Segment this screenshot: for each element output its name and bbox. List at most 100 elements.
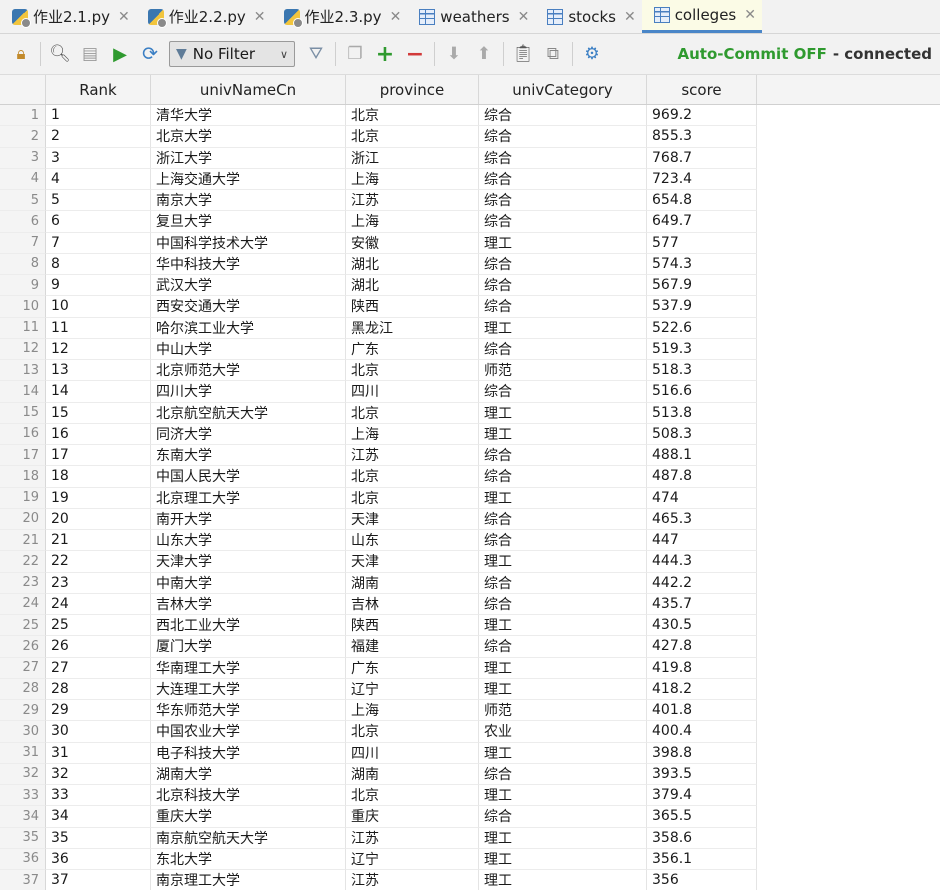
table-row[interactable]: 21 21 山东大学 山东 综合 447 xyxy=(0,530,940,552)
cell-univnamecn[interactable]: 厦门大学 xyxy=(151,636,346,658)
autocommit-status[interactable]: Auto-Commit OFF xyxy=(678,45,827,63)
table-row[interactable]: 28 28 大连理工大学 辽宁 理工 418.2 xyxy=(0,678,940,700)
close-icon[interactable]: ✕ xyxy=(518,9,530,25)
cell-univcategory[interactable]: 理工 xyxy=(479,615,647,637)
cell-province[interactable]: 上海 xyxy=(346,211,479,233)
copy-icon[interactable]: ❐ xyxy=(340,39,370,69)
cell-rank[interactable]: 8 xyxy=(46,253,151,275)
cell-province[interactable]: 广东 xyxy=(346,657,479,679)
cell-univnamecn[interactable]: 复旦大学 xyxy=(151,211,346,233)
cell-univcategory[interactable]: 综合 xyxy=(479,806,647,828)
cell-univcategory[interactable]: 理工 xyxy=(479,870,647,890)
cell-rank[interactable]: 33 xyxy=(46,785,151,807)
table-row[interactable]: 35 35 南京航空航天大学 江苏 理工 358.6 xyxy=(0,827,940,849)
cell-univcategory[interactable]: 理工 xyxy=(479,785,647,807)
cell-score[interactable]: 358.6 xyxy=(647,827,757,849)
cell-univcategory[interactable]: 综合 xyxy=(479,572,647,594)
cell-score[interactable]: 398.8 xyxy=(647,742,757,764)
row-number[interactable]: 12 xyxy=(0,338,46,360)
cell-rank[interactable]: 26 xyxy=(46,636,151,658)
cell-univnamecn[interactable]: 中国农业大学 xyxy=(151,721,346,743)
table-row[interactable]: 8 8 华中科技大学 湖北 综合 574.3 xyxy=(0,253,940,275)
cell-score[interactable]: 518.3 xyxy=(647,360,757,382)
cell-univcategory[interactable]: 理工 xyxy=(479,232,647,254)
table-row[interactable]: 19 19 北京理工大学 北京 理工 474 xyxy=(0,487,940,509)
cell-univcategory[interactable]: 理工 xyxy=(479,317,647,339)
cell-univnamecn[interactable]: 天津大学 xyxy=(151,551,346,573)
cell-univnamecn[interactable]: 华东师范大学 xyxy=(151,700,346,722)
tab-hw-2-1[interactable]: 作业2.1.py ✕ xyxy=(0,0,136,33)
row-number[interactable]: 8 xyxy=(0,253,46,275)
row-number[interactable]: 25 xyxy=(0,615,46,637)
row-number[interactable]: 21 xyxy=(0,530,46,552)
row-number[interactable]: 32 xyxy=(0,763,46,785)
cell-province[interactable]: 北京 xyxy=(346,466,479,488)
cell-rank[interactable]: 28 xyxy=(46,678,151,700)
cell-province[interactable]: 安徽 xyxy=(346,232,479,254)
row-number[interactable]: 19 xyxy=(0,487,46,509)
cell-province[interactable]: 陕西 xyxy=(346,296,479,318)
cell-rank[interactable]: 3 xyxy=(46,147,151,169)
cell-univcategory[interactable]: 综合 xyxy=(479,168,647,190)
table-row[interactable]: 11 11 哈尔滨工业大学 黑龙江 理工 522.6 xyxy=(0,317,940,339)
cell-univcategory[interactable]: 理工 xyxy=(479,487,647,509)
cell-rank[interactable]: 23 xyxy=(46,572,151,594)
cell-rank[interactable]: 37 xyxy=(46,870,151,890)
cell-score[interactable]: 723.4 xyxy=(647,168,757,190)
cell-province[interactable]: 北京 xyxy=(346,360,479,382)
cell-score[interactable]: 969.2 xyxy=(647,105,757,127)
cell-univcategory[interactable]: 综合 xyxy=(479,211,647,233)
cell-univnamecn[interactable]: 中国人民大学 xyxy=(151,466,346,488)
table-row[interactable]: 4 4 上海交通大学 上海 综合 723.4 xyxy=(0,168,940,190)
column-header-univcategory[interactable]: univCategory xyxy=(479,75,647,104)
table-row[interactable]: 5 5 南京大学 江苏 综合 654.8 xyxy=(0,190,940,212)
cell-univcategory[interactable]: 综合 xyxy=(479,636,647,658)
cell-univnamecn[interactable]: 北京理工大学 xyxy=(151,487,346,509)
row-number[interactable]: 22 xyxy=(0,551,46,573)
cell-score[interactable]: 855.3 xyxy=(647,126,757,148)
row-number[interactable]: 14 xyxy=(0,381,46,403)
column-header-score[interactable]: score xyxy=(647,75,757,104)
tab-stocks[interactable]: stocks ✕ xyxy=(535,0,641,33)
cell-province[interactable]: 吉林 xyxy=(346,593,479,615)
row-number[interactable]: 20 xyxy=(0,508,46,530)
cell-province[interactable]: 黑龙江 xyxy=(346,317,479,339)
row-number[interactable]: 18 xyxy=(0,466,46,488)
row-number[interactable]: 37 xyxy=(0,870,46,890)
refresh-icon[interactable]: ⟳ xyxy=(135,39,165,69)
duplicate-icon[interactable]: ⧉ xyxy=(538,39,568,69)
row-number[interactable]: 34 xyxy=(0,806,46,828)
table-row[interactable]: 30 30 中国农业大学 北京 农业 400.4 xyxy=(0,721,940,743)
table-row[interactable]: 1 1 清华大学 北京 综合 969.2 xyxy=(0,105,940,127)
cell-univcategory[interactable]: 综合 xyxy=(479,508,647,530)
cell-univnamecn[interactable]: 浙江大学 xyxy=(151,147,346,169)
cell-univnamecn[interactable]: 武汉大学 xyxy=(151,275,346,297)
cell-rank[interactable]: 14 xyxy=(46,381,151,403)
cell-score[interactable]: 447 xyxy=(647,530,757,552)
table-row[interactable]: 10 10 西安交通大学 陕西 综合 537.9 xyxy=(0,296,940,318)
cell-province[interactable]: 天津 xyxy=(346,508,479,530)
cell-univnamecn[interactable]: 西北工业大学 xyxy=(151,615,346,637)
cell-univnamecn[interactable]: 山东大学 xyxy=(151,530,346,552)
cell-univcategory[interactable]: 理工 xyxy=(479,402,647,424)
cell-rank[interactable]: 32 xyxy=(46,763,151,785)
cell-univnamecn[interactable]: 吉林大学 xyxy=(151,593,346,615)
cell-rank[interactable]: 1 xyxy=(46,105,151,127)
cell-univcategory[interactable]: 综合 xyxy=(479,381,647,403)
row-number[interactable]: 13 xyxy=(0,360,46,382)
row-number[interactable]: 9 xyxy=(0,275,46,297)
cell-rank[interactable]: 27 xyxy=(46,657,151,679)
table-row[interactable]: 37 37 南京理工大学 江苏 理工 356 xyxy=(0,870,940,890)
cell-score[interactable]: 427.8 xyxy=(647,636,757,658)
column-header-univnamecn[interactable]: univNameCn xyxy=(151,75,346,104)
row-number[interactable]: 1 xyxy=(0,105,46,127)
row-number[interactable]: 6 xyxy=(0,211,46,233)
cell-univnamecn[interactable]: 四川大学 xyxy=(151,381,346,403)
cell-rank[interactable]: 20 xyxy=(46,508,151,530)
cell-univcategory[interactable]: 综合 xyxy=(479,296,647,318)
cell-province[interactable]: 江苏 xyxy=(346,827,479,849)
cell-univcategory[interactable]: 综合 xyxy=(479,275,647,297)
table-row[interactable]: 29 29 华东师范大学 上海 师范 401.8 xyxy=(0,700,940,722)
cell-univcategory[interactable]: 理工 xyxy=(479,657,647,679)
cell-score[interactable]: 430.5 xyxy=(647,615,757,637)
